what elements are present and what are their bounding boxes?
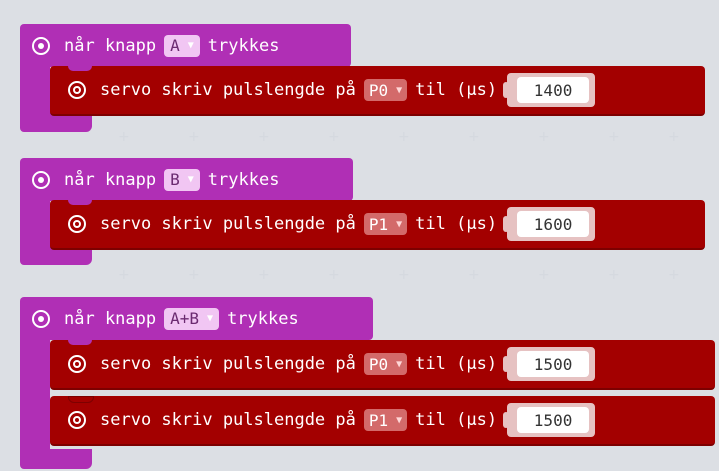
pin-dropdown[interactable]: P1 ▼ <box>363 409 408 431</box>
grid-marker: + <box>328 267 340 283</box>
radio-button-icon <box>32 170 50 189</box>
target-icon <box>68 81 86 99</box>
event-header[interactable]: når knapp B ▼ trykkes <box>20 158 353 201</box>
dropdown-arrow-icon: ▼ <box>396 218 403 230</box>
block-notch <box>68 66 92 71</box>
grid-marker: + <box>538 267 550 283</box>
grid-marker: + <box>328 129 340 145</box>
pin-dropdown[interactable]: P0 ▼ <box>363 79 408 101</box>
pin-dropdown-value: P1 <box>368 214 389 234</box>
event-spine <box>20 333 50 453</box>
block-notch <box>68 340 92 345</box>
servo-block-unit-label: til (µs) <box>415 80 498 100</box>
target-icon <box>68 215 86 233</box>
block-notch <box>68 200 92 205</box>
dropdown-arrow-icon: ▼ <box>396 358 403 370</box>
event-spine <box>20 60 50 120</box>
grid-marker: + <box>398 267 410 283</box>
pulse-value-input[interactable]: 1600 <box>517 211 590 237</box>
grid-marker: + <box>608 129 620 145</box>
button-dropdown-value: A <box>170 36 180 55</box>
radio-button-icon <box>32 36 50 55</box>
grid-marker: + <box>468 129 480 145</box>
servo-block-label: servo skriv pulslengde på <box>100 80 356 100</box>
grid-marker: + <box>668 267 680 283</box>
button-dropdown-value: A+B <box>170 309 200 328</box>
pulse-value-input[interactable]: 1400 <box>517 77 590 103</box>
target-icon <box>68 411 86 429</box>
button-dropdown[interactable]: A ▼ <box>164 34 200 57</box>
dropdown-arrow-icon: ▼ <box>207 313 214 324</box>
button-dropdown-value: B <box>170 170 180 189</box>
grid-marker: + <box>668 129 680 145</box>
event-label-pressed: trykkes <box>207 169 280 190</box>
target-icon <box>68 355 86 373</box>
button-dropdown[interactable]: A+B ▼ <box>164 307 220 330</box>
grid-marker: + <box>258 267 270 283</box>
servo-block-unit-label: til (µs) <box>415 410 498 430</box>
grid-marker: + <box>188 267 200 283</box>
grid-marker: + <box>468 267 480 283</box>
value-socket: 1500 <box>503 347 596 381</box>
event-label: når knapp <box>64 308 157 329</box>
block-notch <box>68 396 94 403</box>
grid-marker: + <box>118 129 130 145</box>
blocks-workspace[interactable]: + + + + + + + + + + + + + + + + + + når … <box>0 0 719 471</box>
radio-button-icon <box>32 309 50 328</box>
dropdown-arrow-icon: ▼ <box>396 84 403 96</box>
grid-marker: + <box>608 267 620 283</box>
event-label-pressed: trykkes <box>207 35 280 56</box>
dropdown-arrow-icon: ▼ <box>187 40 194 51</box>
pulse-value-input[interactable]: 1500 <box>517 351 590 377</box>
value-socket: 1600 <box>503 207 596 241</box>
event-label: når knapp <box>64 169 157 190</box>
grid-marker: + <box>538 129 550 145</box>
event-footer <box>20 449 92 469</box>
dropdown-arrow-icon: ▼ <box>396 414 403 426</box>
pin-dropdown-value: P0 <box>368 354 389 374</box>
button-dropdown[interactable]: B ▼ <box>164 168 200 191</box>
servo-block-label: servo skriv pulslengde på <box>100 214 356 234</box>
grid-marker: + <box>398 129 410 145</box>
pin-dropdown-value: P1 <box>368 410 389 430</box>
grid-marker: + <box>118 267 130 283</box>
value-socket: 1400 <box>503 73 596 107</box>
pulse-value-input[interactable]: 1500 <box>517 407 590 433</box>
servo-block-unit-label: til (µs) <box>415 354 498 374</box>
event-label-pressed: trykkes <box>227 308 299 329</box>
pin-dropdown-value: P0 <box>368 80 389 100</box>
servo-block-label: servo skriv pulslengde på <box>100 410 356 430</box>
event-header[interactable]: når knapp A ▼ trykkes <box>20 24 351 67</box>
pin-dropdown[interactable]: P0 ▼ <box>363 353 408 375</box>
dropdown-arrow-icon: ▼ <box>187 174 194 185</box>
servo-pulse-block[interactable]: servo skriv pulslengde på P0 ▼ til (µs) 1… <box>50 340 715 390</box>
servo-pulse-block[interactable]: servo skriv pulslengde på P1 ▼ til (µs) 1… <box>50 200 705 250</box>
grid-marker: + <box>258 129 270 145</box>
event-header[interactable]: når knapp A+B ▼ trykkes <box>20 297 373 340</box>
value-socket: 1500 <box>503 403 596 437</box>
pin-dropdown[interactable]: P1 ▼ <box>363 213 408 235</box>
event-label: når knapp <box>64 35 157 56</box>
servo-block-label: servo skriv pulslengde på <box>100 354 356 374</box>
servo-block-unit-label: til (µs) <box>415 214 498 234</box>
servo-pulse-block[interactable]: servo skriv pulslengde på P1 ▼ til (µs) 1… <box>50 396 715 446</box>
servo-pulse-block[interactable]: servo skriv pulslengde på P0 ▼ til (µs) 1… <box>50 66 705 116</box>
grid-marker: + <box>188 129 200 145</box>
